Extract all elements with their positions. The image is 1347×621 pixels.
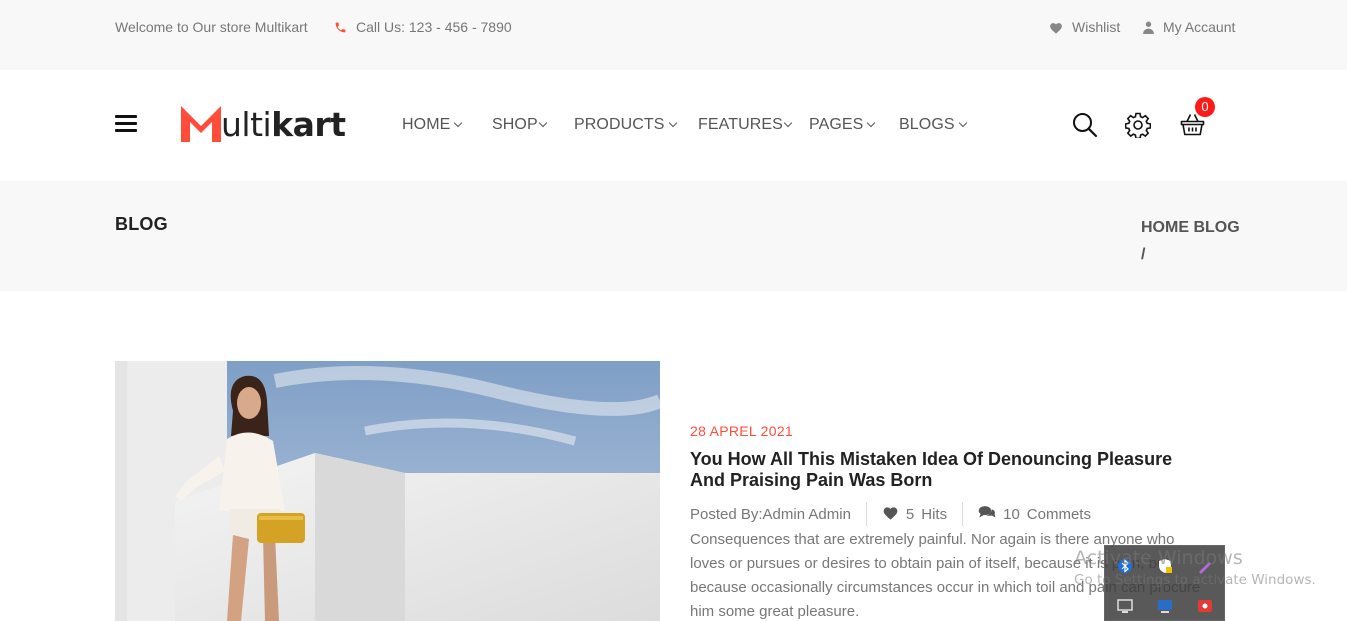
heart-icon xyxy=(1049,21,1063,34)
account-label: My Accaunt xyxy=(1163,19,1236,35)
chevron-down-icon xyxy=(783,118,793,127)
welcome-label: Welcome to Our store Multikart xyxy=(115,19,308,35)
comments-label: Commets xyxy=(1026,505,1091,523)
call-label: Call Us: 123 - 456 - 7890 xyxy=(356,19,512,35)
main-header: ultikart HOME SHOP PRODUCTS FEATURES PAG… xyxy=(0,70,1347,181)
gear-icon[interactable] xyxy=(1124,112,1152,143)
nav-pages[interactable]: PAGES xyxy=(809,116,899,134)
breadcrumb-separator: / xyxy=(1141,246,1146,263)
page-title: BLOG xyxy=(115,214,168,234)
chevron-down-icon xyxy=(958,118,967,127)
phone-icon xyxy=(334,21,347,34)
chevron-down-icon xyxy=(668,118,677,127)
chevron-down-icon xyxy=(454,118,463,127)
breadcrumb: HOME BLOG / xyxy=(1141,214,1251,268)
logo-m-icon xyxy=(181,106,221,142)
meta-divider xyxy=(865,502,867,526)
nav-products[interactable]: PRODUCTS xyxy=(574,116,698,134)
call-us[interactable]: Call Us: 123 - 456 - 7890 xyxy=(334,19,512,35)
post-date: 28 APREL 2021 xyxy=(690,423,794,439)
post-meta: Posted By:Admin Admin 5 Hits 10 Commets xyxy=(690,502,1230,526)
post-hits: 5 Hits xyxy=(882,505,947,524)
wishlist-label: Wishlist xyxy=(1072,19,1121,35)
account-link[interactable]: My Accaunt xyxy=(1143,19,1235,35)
activate-windows-watermark: Activate Windows Go to Settings to activ… xyxy=(1074,547,1316,588)
activate-title: Activate Windows xyxy=(1074,547,1243,569)
post-image[interactable] xyxy=(115,361,660,621)
post-title[interactable]: You How All This Mistaken Idea Of Denoun… xyxy=(690,449,1200,491)
meta-divider xyxy=(962,502,964,526)
nav-shop[interactable]: SHOP xyxy=(492,116,574,134)
hits-count: 5 xyxy=(905,505,915,523)
post-author: Posted By:Admin Admin xyxy=(690,505,851,523)
wishlist-link[interactable]: Wishlist xyxy=(1049,19,1120,35)
breadcrumb-section: BLOG HOME BLOG / xyxy=(0,181,1347,291)
activate-subtitle: Go to Settings to activate Windows. xyxy=(1074,572,1316,588)
comments-icon xyxy=(978,505,996,523)
logo-text: ultikart xyxy=(221,105,346,144)
comments-count: 10 xyxy=(1003,505,1020,523)
breadcrumb-trail[interactable]: HOME BLOG xyxy=(1141,219,1240,236)
site-logo[interactable]: ultikart xyxy=(181,103,346,144)
hits-label: Hits xyxy=(921,505,948,523)
welcome-text: Welcome to Our store Multikart xyxy=(115,19,308,35)
top-bar: Welcome to Our store Multikart Call Us: … xyxy=(0,0,1347,70)
post-comments[interactable]: 10 Commets xyxy=(978,505,1091,523)
menu-icon[interactable] xyxy=(115,115,137,133)
chevron-down-icon xyxy=(867,118,876,127)
nav-features[interactable]: FEATURES xyxy=(698,116,809,134)
chevron-down-icon xyxy=(538,118,547,127)
main-nav: HOME SHOP PRODUCTS FEATURES PAGES BLOGS xyxy=(402,116,979,134)
cart-count-badge: 0 xyxy=(1195,97,1215,117)
nav-blogs[interactable]: BLOGS xyxy=(899,116,979,134)
heart-icon xyxy=(882,505,899,524)
user-icon xyxy=(1143,21,1154,34)
display-icon[interactable] xyxy=(1117,598,1133,614)
search-icon[interactable] xyxy=(1072,112,1098,143)
nav-home[interactable]: HOME xyxy=(402,116,492,134)
monitor-icon[interactable] xyxy=(1157,598,1173,614)
record-icon[interactable] xyxy=(1197,598,1213,614)
